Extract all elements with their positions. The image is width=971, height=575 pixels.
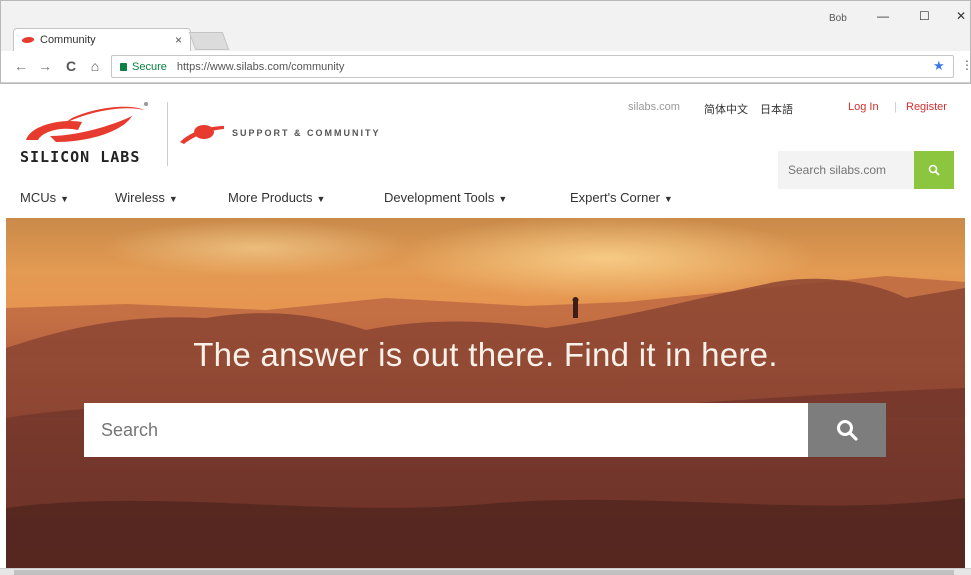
horizontal-scrollbar[interactable] [0, 568, 971, 575]
lang-chinese-link[interactable]: 简体中文 [704, 101, 748, 117]
mountain-landscape-image [6, 276, 965, 568]
search-icon [928, 164, 940, 176]
brand-name: SILICON LABS [20, 148, 141, 166]
hero-banner: The answer is out there. Find it in here… [6, 218, 965, 568]
secure-label: Secure [132, 60, 167, 73]
nav-item-development-tools[interactable]: Development Tools ▼ [384, 190, 507, 205]
tab-close-icon[interactable]: × [175, 33, 182, 47]
nav-label: MCUs [20, 190, 57, 205]
browser-window: Community × Bob — ☐ ✕ ← → C ⌂ Secure htt… [0, 0, 971, 84]
caret-down-icon: ▼ [168, 194, 178, 204]
nav-label: Development Tools [384, 190, 495, 205]
hero-heading: The answer is out there. Find it in here… [193, 336, 778, 373]
secure-indicator[interactable]: Secure [120, 61, 167, 73]
links-separator: | [894, 101, 897, 113]
login-link[interactable]: Log In [848, 101, 879, 113]
silabs-link[interactable]: silabs.com [628, 101, 680, 113]
nav-item-wireless[interactable]: Wireless ▼ [115, 190, 178, 205]
caret-down-icon: ▼ [316, 194, 326, 204]
forward-icon[interactable]: → [37, 58, 53, 74]
url-text[interactable]: https://www.silabs.com/community [177, 61, 345, 73]
hero-search [84, 403, 886, 457]
header-divider [167, 102, 168, 166]
caret-down-icon: ▼ [498, 194, 508, 204]
home-icon[interactable]: ⌂ [87, 58, 103, 74]
favicon-icon [20, 37, 36, 43]
browser-menu-icon[interactable]: ⋮ [961, 58, 971, 72]
lock-icon [120, 62, 127, 71]
site-search-input[interactable] [778, 151, 914, 189]
search-icon [837, 420, 858, 441]
profile-user-label[interactable]: Bob [829, 13, 847, 24]
bookmark-star-icon[interactable]: ★ [933, 58, 945, 74]
new-tab-button[interactable] [188, 32, 230, 50]
support-community-label: SUPPORT & COMMUNITY [232, 128, 381, 138]
main-nav: MCUs ▼ Wireless ▼ More Products ▼ Developme… [0, 190, 971, 216]
reload-icon[interactable]: C [63, 58, 79, 74]
site-header: SILICON LABS SUPPORT & COMMUNITY silabs.… [0, 84, 971, 218]
hero-search-input[interactable] [84, 403, 808, 457]
back-icon[interactable]: ← [13, 58, 29, 74]
site-search [778, 151, 954, 189]
maximize-icon[interactable]: ☐ [919, 9, 930, 23]
site-search-button[interactable] [914, 151, 954, 189]
caret-down-icon: ▼ [60, 194, 70, 204]
silicon-labs-logo-icon[interactable] [20, 96, 150, 156]
nav-item-mcus[interactable]: MCUs ▼ [20, 190, 69, 205]
nav-item-more-products[interactable]: More Products ▼ [228, 190, 325, 205]
support-community-logo-icon [180, 125, 224, 144]
address-bar[interactable]: Secure https://www.silabs.com/community [111, 55, 954, 78]
tab-strip: Community × Bob — ☐ ✕ [1, 1, 970, 51]
hero-search-button[interactable] [808, 403, 886, 457]
browser-tab-community[interactable]: Community × [13, 28, 191, 51]
nav-label: Wireless [115, 190, 165, 205]
browser-toolbar: ← → C ⌂ Secure https://www.silabs.com/co… [1, 51, 971, 83]
minimize-icon[interactable]: — [877, 9, 889, 23]
lang-japanese-link[interactable]: 日本語 [760, 101, 793, 117]
window-close-icon[interactable]: ✕ [956, 9, 966, 23]
nav-item-experts-corner[interactable]: Expert's Corner ▼ [570, 190, 673, 205]
register-link[interactable]: Register [906, 101, 947, 113]
tab-title: Community [40, 34, 96, 46]
nav-label: Expert's Corner [570, 190, 660, 205]
caret-down-icon: ▼ [663, 194, 673, 204]
nav-label: More Products [228, 190, 313, 205]
scrollbar-thumb[interactable] [14, 570, 954, 575]
